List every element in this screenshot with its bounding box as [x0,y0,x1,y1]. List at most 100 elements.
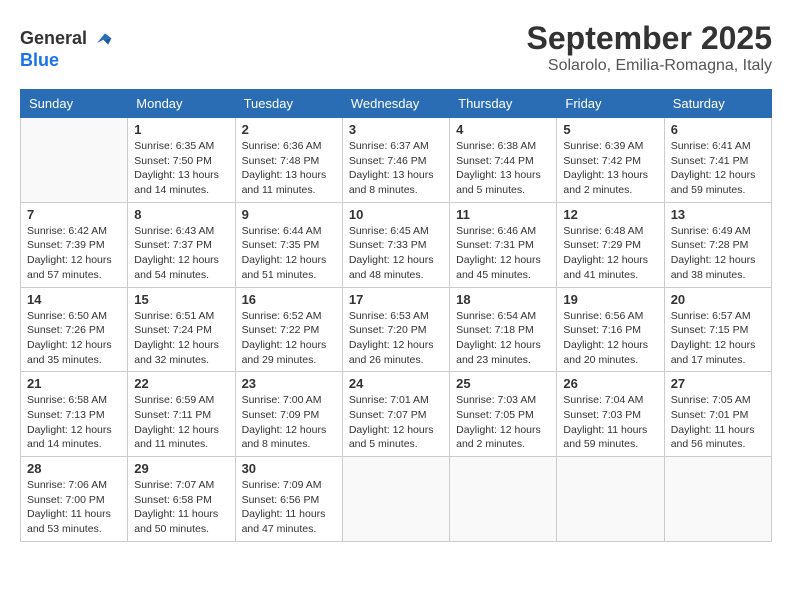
day-info: Sunrise: 6:49 AMSunset: 7:28 PMDaylight:… [671,224,765,283]
day-info: Sunrise: 6:57 AMSunset: 7:15 PMDaylight:… [671,309,765,368]
calendar-day-cell: 15 Sunrise: 6:51 AMSunset: 7:24 PMDayligh… [128,287,235,372]
calendar-day-cell: 19Sunrise: 6:56 AMSunset: 7:16 PMDayligh… [557,287,664,372]
calendar-day-cell: 16Sunrise: 6:52 AMSunset: 7:22 PMDayligh… [235,287,342,372]
day-info: Sunrise: 7:01 AMSunset: 7:07 PMDaylight:… [349,393,443,452]
day-info: Sunrise: 6:58 AMSunset: 7:13 PMDaylight:… [27,393,121,452]
calendar-week-row: 28 Sunrise: 7:06 AMSunset: 7:00 PMDayligh… [21,457,772,542]
day-number: 20 [671,292,765,307]
day-number: 11 [456,207,550,222]
day-number: 13 [671,207,765,222]
day-info: Sunrise: 6:51 AMSunset: 7:24 PMDaylight:… [134,309,228,368]
calendar-week-row: 7Sunrise: 6:42 AMSunset: 7:39 PMDaylight… [21,202,772,287]
calendar-day-cell: 21 Sunrise: 6:58 AMSunset: 7:13 PMDayligh… [21,372,128,457]
day-info: Sunrise: 7:06 AMSunset: 7:00 PMDaylight:… [27,478,121,537]
calendar-day-cell: 26 Sunrise: 7:04 AMSunset: 7:03 PMDayligh… [557,372,664,457]
weekday-header-cell: Sunday [21,90,128,118]
title-section: September 2025 Solarolo, Emilia-Romagna,… [527,20,772,75]
day-info: Sunrise: 6:45 AMSunset: 7:33 PMDaylight:… [349,224,443,283]
day-info: Sunrise: 7:07 AMSunset: 6:58 PMDaylight:… [134,478,228,537]
calendar-day-cell: 1 Sunrise: 6:35 AMSunset: 7:50 PMDaylight… [128,118,235,203]
day-info: Sunrise: 6:59 AMSunset: 7:11 PMDaylight:… [134,393,228,452]
calendar-day-cell: 24 Sunrise: 7:01 AMSunset: 7:07 PMDayligh… [342,372,449,457]
page-header: General Blue September 2025 Solarolo, Em… [20,20,772,81]
day-info: Sunrise: 7:09 AMSunset: 6:56 PMDaylight:… [242,478,336,537]
calendar-day-cell: 30 Sunrise: 7:09 AMSunset: 6:56 PMDayligh… [235,457,342,542]
day-info: Sunrise: 6:43 AMSunset: 7:37 PMDaylight:… [134,224,228,283]
calendar-day-cell: 20 Sunrise: 6:57 AMSunset: 7:15 PMDayligh… [664,287,771,372]
day-info: Sunrise: 7:00 AMSunset: 7:09 PMDaylight:… [242,393,336,452]
day-info: Sunrise: 6:48 AMSunset: 7:29 PMDaylight:… [563,224,657,283]
month-title: September 2025 [527,20,772,57]
day-number: 26 [563,376,657,391]
calendar-day-cell: 14Sunrise: 6:50 AMSunset: 7:26 PMDayligh… [21,287,128,372]
day-info: Sunrise: 6:35 AMSunset: 7:50 PMDaylight:… [134,139,228,198]
calendar-day-cell: 11 Sunrise: 6:46 AMSunset: 7:31 PMDayligh… [450,202,557,287]
calendar-table: SundayMondayTuesdayWednesdayThursdayFrid… [20,89,772,542]
calendar-day-cell: 5Sunrise: 6:39 AMSunset: 7:42 PMDaylight… [557,118,664,203]
day-info: Sunrise: 7:05 AMSunset: 7:01 PMDaylight:… [671,393,765,452]
day-number: 25 [456,376,550,391]
calendar-day-cell [450,457,557,542]
day-number: 3 [349,122,443,137]
calendar-day-cell: 12Sunrise: 6:48 AMSunset: 7:29 PMDayligh… [557,202,664,287]
day-number: 19 [563,292,657,307]
weekday-header-cell: Wednesday [342,90,449,118]
logo-blue: Blue [20,51,113,71]
day-number: 4 [456,122,550,137]
day-number: 9 [242,207,336,222]
day-number: 6 [671,122,765,137]
day-number: 16 [242,292,336,307]
day-info: Sunrise: 7:03 AMSunset: 7:05 PMDaylight:… [456,393,550,452]
weekday-header-cell: Tuesday [235,90,342,118]
day-number: 7 [27,207,121,222]
day-info: Sunrise: 6:44 AMSunset: 7:35 PMDaylight:… [242,224,336,283]
calendar-day-cell: 23 Sunrise: 7:00 AMSunset: 7:09 PMDayligh… [235,372,342,457]
calendar-day-cell: 17 Sunrise: 6:53 AMSunset: 7:20 PMDayligh… [342,287,449,372]
day-number: 15 [134,292,228,307]
day-number: 24 [349,376,443,391]
calendar-day-cell: 27 Sunrise: 7:05 AMSunset: 7:01 PMDayligh… [664,372,771,457]
calendar-day-cell: 25 Sunrise: 7:03 AMSunset: 7:05 PMDayligh… [450,372,557,457]
calendar-day-cell: 6Sunrise: 6:41 AMSunset: 7:41 PMDaylight… [664,118,771,203]
day-info: Sunrise: 6:53 AMSunset: 7:20 PMDaylight:… [349,309,443,368]
day-info: Sunrise: 6:38 AMSunset: 7:44 PMDaylight:… [456,139,550,198]
day-number: 2 [242,122,336,137]
calendar-day-cell: 29 Sunrise: 7:07 AMSunset: 6:58 PMDayligh… [128,457,235,542]
calendar-day-cell: 2 Sunrise: 6:36 AMSunset: 7:48 PMDaylight… [235,118,342,203]
weekday-header-cell: Thursday [450,90,557,118]
logo-general: General [20,29,87,49]
weekday-header-cell: Monday [128,90,235,118]
day-number: 17 [349,292,443,307]
logo: General Blue [20,27,113,71]
day-info: Sunrise: 6:36 AMSunset: 7:48 PMDaylight:… [242,139,336,198]
calendar-day-cell [557,457,664,542]
weekday-header-cell: Saturday [664,90,771,118]
day-info: Sunrise: 6:54 AMSunset: 7:18 PMDaylight:… [456,309,550,368]
day-info: Sunrise: 6:46 AMSunset: 7:31 PMDaylight:… [456,224,550,283]
calendar-week-row: 14Sunrise: 6:50 AMSunset: 7:26 PMDayligh… [21,287,772,372]
calendar-day-cell: 13 Sunrise: 6:49 AMSunset: 7:28 PMDayligh… [664,202,771,287]
weekday-header-cell: Friday [557,90,664,118]
day-number: 18 [456,292,550,307]
day-number: 8 [134,207,228,222]
day-info: Sunrise: 7:04 AMSunset: 7:03 PMDaylight:… [563,393,657,452]
day-number: 14 [27,292,121,307]
calendar-day-cell: 9 Sunrise: 6:44 AMSunset: 7:35 PMDaylight… [235,202,342,287]
day-number: 29 [134,461,228,476]
calendar-day-cell: 18 Sunrise: 6:54 AMSunset: 7:18 PMDayligh… [450,287,557,372]
calendar-week-row: 21 Sunrise: 6:58 AMSunset: 7:13 PMDayligh… [21,372,772,457]
calendar-day-cell: 3Sunrise: 6:37 AMSunset: 7:46 PMDaylight… [342,118,449,203]
day-number: 23 [242,376,336,391]
day-number: 1 [134,122,228,137]
day-number: 27 [671,376,765,391]
day-number: 21 [27,376,121,391]
day-number: 22 [134,376,228,391]
calendar-day-cell [664,457,771,542]
calendar-day-cell: 4 Sunrise: 6:38 AMSunset: 7:44 PMDaylight… [450,118,557,203]
calendar-day-cell: 28 Sunrise: 7:06 AMSunset: 7:00 PMDayligh… [21,457,128,542]
day-number: 10 [349,207,443,222]
day-number: 5 [563,122,657,137]
calendar-day-cell [21,118,128,203]
day-number: 30 [242,461,336,476]
day-number: 28 [27,461,121,476]
